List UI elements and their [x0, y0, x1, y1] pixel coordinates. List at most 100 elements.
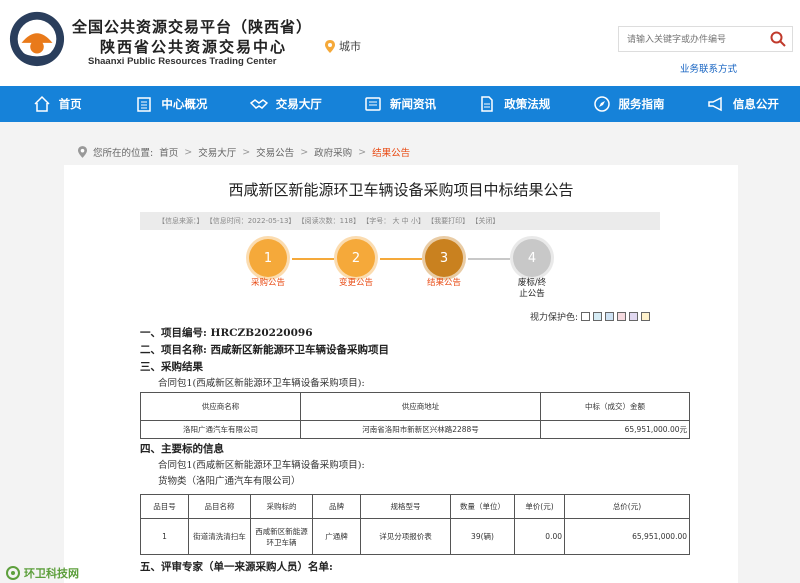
main-nav: 首页 中心概况 交易大厅 新闻资讯 政策法规 服务指南 信息公开 [0, 86, 800, 122]
eye-protection-colors: 视力保护色: [530, 310, 651, 323]
location-pin-icon [325, 39, 335, 53]
megaphone-icon [708, 96, 722, 112]
contract-package-label: 合同包1(西咸新区新能源环卫车辆设备采购项目): [158, 460, 365, 471]
nav-item-info-disclosure[interactable]: 信息公开 [686, 86, 800, 122]
breadcrumb-home[interactable]: 首页 [159, 145, 178, 159]
table-header: 供应商名称 [140, 392, 301, 421]
table-cell: 西咸新区新能源环卫车辆 [250, 518, 313, 555]
section-experts-heading: 五、评审专家（单一来源采购人员）名单: [140, 561, 333, 573]
table-cell: 1 [140, 518, 189, 555]
business-contact-link[interactable]: 业务联系方式 [680, 61, 737, 75]
table-header: 规格型号 [360, 494, 451, 519]
brand-title-line2: 陕西省公共资源交易中心 [100, 38, 288, 56]
nav-item-home[interactable]: 首页 [0, 86, 114, 122]
table-cell: 65,951,000.00 [564, 518, 690, 555]
goods-category-label: 货物类（洛阳广通汽车有限公司） [158, 476, 301, 487]
nav-item-policies[interactable]: 政策法规 [457, 86, 571, 122]
breadcrumb-trading-hall[interactable]: 交易大厅 [198, 145, 236, 159]
site-logo[interactable] [8, 10, 66, 68]
building-icon [137, 97, 152, 112]
search-icon[interactable] [770, 31, 786, 47]
nav-item-service-guide[interactable]: 服务指南 [571, 86, 685, 122]
step-label-1[interactable]: 采购公告 [238, 278, 298, 289]
table-cell: 街道清洗清扫车 [188, 518, 251, 555]
nav-label: 信息公开 [732, 97, 779, 111]
watermark: 环卫科技网 [6, 565, 79, 581]
step-circle-2: 2 [334, 236, 378, 280]
search-input[interactable] [619, 28, 764, 52]
table-header: 品目号 [140, 494, 189, 519]
step-connector [468, 258, 510, 260]
step-connector [380, 258, 422, 260]
compass-icon [593, 96, 610, 112]
table-header: 品牌 [312, 494, 361, 519]
location-pin-icon [78, 146, 87, 158]
table-cell: 65,951,000.00元 [540, 420, 690, 439]
table-cell: 河南省洛阳市新新区兴林路2288号 [300, 420, 541, 439]
city-label: 城市 [339, 40, 361, 53]
step-circle-1: 1 [246, 236, 290, 280]
article-title: 西咸新区新能源环卫车辆设备采购项目中标结果公告 [228, 181, 574, 199]
section-project-name: 二、项目名称: 西咸新区新能源环卫车辆设备采购项目 [140, 344, 390, 356]
step-connector [292, 258, 334, 260]
color-swatch-white[interactable] [581, 312, 591, 321]
table-header: 总价(元) [564, 494, 690, 519]
breadcrumb-prefix: 您所在的位置: [93, 148, 154, 159]
table-header: 品目名称 [188, 494, 251, 519]
brand-title-en: Shaanxi Public Resources Trading Center [88, 56, 277, 67]
table-header: 采购标的 [250, 494, 313, 519]
items-table: 品目号 品目名称 采购标的 品牌 规格型号 数量（单位） 单价(元) 总价(元)… [140, 494, 690, 555]
table-cell: 洛阳广通汽车有限公司 [140, 420, 301, 439]
color-swatch-blue[interactable] [605, 312, 615, 321]
breadcrumb-separator: > [300, 146, 309, 158]
color-swatch-yellow[interactable] [641, 312, 651, 321]
home-icon [34, 95, 50, 112]
table-cell: 0.00 [514, 518, 565, 555]
article-body: 一、项目编号: HRCZB20220096 二、项目名称: 西咸新区新能源环卫车… [140, 325, 700, 576]
color-swatch-lavender[interactable] [629, 312, 639, 321]
watermark-logo-icon [6, 566, 20, 580]
table-header: 中标（成交）金额 [540, 392, 690, 421]
handshake-icon [249, 99, 268, 109]
nav-item-center-overview[interactable]: 中心概况 [114, 86, 228, 122]
breadcrumb: 您所在的位置: 首页 > 交易大厅 > 交易公告 > 政府采购 > 结果公告 [78, 145, 410, 159]
nav-item-trading-hall[interactable]: 交易大厅 [229, 86, 343, 122]
nav-label: 首页 [58, 97, 82, 111]
step-label-2[interactable]: 变更公告 [326, 278, 386, 289]
table-header: 供应商地址 [300, 392, 541, 421]
result-table: 供应商名称 供应商地址 中标（成交）金额 洛阳广通汽车有限公司 河南省洛阳市新新… [140, 392, 690, 439]
step-label-4[interactable]: 废标/终止公告 [516, 278, 548, 300]
nav-label: 政策法规 [504, 97, 551, 111]
color-swatch-light-blue[interactable] [593, 312, 603, 321]
breadcrumb-current: 结果公告 [372, 148, 411, 159]
breadcrumb-separator: > [242, 146, 251, 158]
table-cell: 详见分项报价表 [360, 518, 451, 555]
nav-label: 服务指南 [618, 97, 665, 111]
breadcrumb-gov-procurement[interactable]: 政府采购 [314, 145, 352, 159]
table-cell: 广通牌 [312, 518, 361, 555]
breadcrumb-notices[interactable]: 交易公告 [256, 145, 294, 159]
article-panel: 西咸新区新能源环卫车辆设备采购项目中标结果公告 【信息来源：】 【信息时间：20… [64, 165, 738, 583]
document-icon [481, 96, 494, 112]
brand-title-line1: 全国公共资源交易平台（陕西省） [72, 18, 313, 36]
section-items-heading: 四、主要标的信息 [140, 443, 224, 455]
section-result-heading: 三、采购结果 [140, 361, 203, 373]
news-icon [365, 97, 381, 111]
nav-label: 中心概况 [161, 97, 208, 111]
nav-label: 交易大厅 [275, 97, 322, 111]
color-swatch-pink[interactable] [617, 312, 627, 321]
breadcrumb-separator: > [184, 146, 193, 158]
contract-package-label: 合同包1(西咸新区新能源环卫车辆设备采购项目): [158, 378, 365, 389]
table-header: 数量（单位） [450, 494, 515, 519]
vision-label: 视力保护色: [530, 313, 579, 323]
step-circle-4: 4 [510, 236, 554, 280]
watermark-text: 环卫科技网 [24, 567, 79, 580]
step-label-3[interactable]: 结果公告 [414, 278, 474, 289]
breadcrumb-separator: > [358, 146, 367, 158]
nav-label: 新闻资讯 [389, 97, 436, 111]
nav-item-news[interactable]: 新闻资讯 [343, 86, 457, 122]
city-selector[interactable]: 城市 [325, 38, 361, 54]
search-box [618, 26, 793, 52]
step-circle-3: 3 [422, 236, 466, 280]
table-cell: 39(辆) [450, 518, 515, 555]
